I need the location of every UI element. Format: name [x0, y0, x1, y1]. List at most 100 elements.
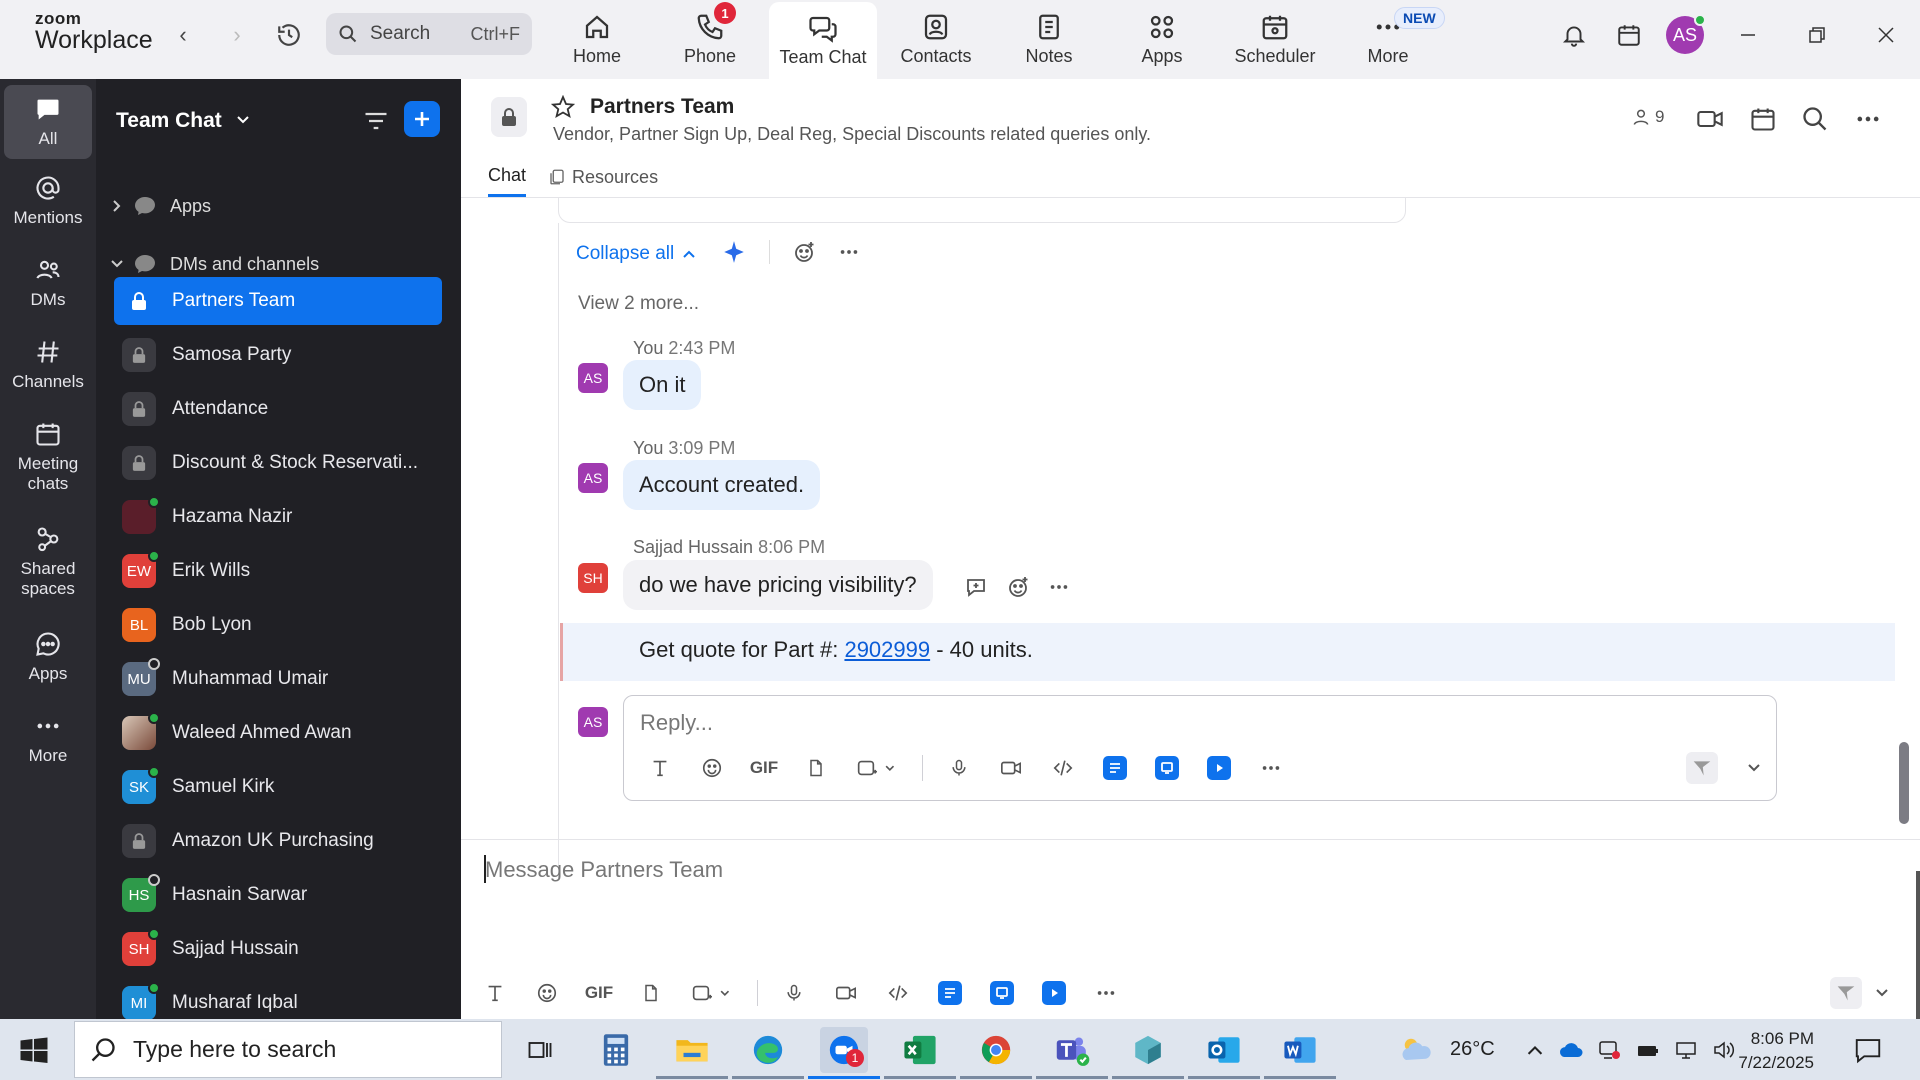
- network-icon[interactable]: [1674, 1040, 1698, 1060]
- tab-team-chat[interactable]: Team Chat: [769, 2, 877, 79]
- sidebar-item-hasnain-sarwar[interactable]: HS Hasnain Sarwar: [114, 871, 442, 919]
- bell-icon[interactable]: [1557, 18, 1591, 52]
- battery-icon[interactable]: [1636, 1041, 1660, 1059]
- onedrive-icon[interactable]: [1558, 1041, 1584, 1059]
- task-view-icon[interactable]: [516, 1027, 564, 1073]
- sidebar-item-partners-team[interactable]: Partners Team: [114, 277, 442, 325]
- code-icon[interactable]: [882, 977, 914, 1009]
- add-reaction-icon[interactable]: [1006, 575, 1030, 599]
- word-app-icon[interactable]: [1264, 1027, 1336, 1079]
- security-alert-icon[interactable]: [1598, 1039, 1622, 1061]
- sidebar-item-waleed-ahmed-awan[interactable]: Waleed Ahmed Awan: [114, 709, 442, 757]
- sidebar-item-musharaf-iqbal[interactable]: MI Musharaf Iqbal: [114, 979, 442, 1019]
- section-dms-and-channels[interactable]: DMs and channels: [110, 248, 319, 280]
- new-chat-button[interactable]: [404, 101, 440, 137]
- avatar[interactable]: AS: [578, 363, 608, 393]
- tab-more[interactable]: More NEW: [1334, 0, 1445, 79]
- notes-app-icon[interactable]: [934, 977, 966, 1009]
- clips-app-icon[interactable]: [1203, 752, 1235, 784]
- sidebar-item-amazon-uk-purchasing[interactable]: Amazon UK Purchasing: [114, 817, 442, 865]
- sidebar-title[interactable]: Team Chat: [116, 109, 250, 133]
- emoji-icon[interactable]: [696, 752, 728, 784]
- rail-item-dms[interactable]: DMs: [4, 256, 92, 310]
- close-icon[interactable]: [1866, 18, 1906, 52]
- composer-scrollbar[interactable]: [1916, 871, 1920, 1019]
- code-icon[interactable]: [1047, 752, 1079, 784]
- file-icon[interactable]: [635, 977, 667, 1009]
- chrome-browser-icon[interactable]: [960, 1027, 1032, 1079]
- reply-input[interactable]: Reply... GIF: [623, 695, 1777, 801]
- tab-resources[interactable]: Resources: [548, 165, 658, 197]
- whiteboard-app-icon[interactable]: [986, 977, 1018, 1009]
- gif-icon[interactable]: GIF: [583, 977, 615, 1009]
- chevron-down-icon[interactable]: [1872, 977, 1892, 1009]
- zoom-app-icon[interactable]: 1: [808, 1027, 880, 1079]
- filter-icon[interactable]: [362, 107, 392, 137]
- app-cube-icon[interactable]: [1112, 1027, 1184, 1079]
- taskbar-clock[interactable]: 8:06 PM 7/22/2025: [1722, 1027, 1814, 1075]
- calendar-icon[interactable]: [1612, 18, 1646, 52]
- calendar-icon[interactable]: [1749, 105, 1777, 133]
- rail-item-more[interactable]: More: [4, 712, 92, 766]
- sidebar-item-samuel-kirk[interactable]: SK Samuel Kirk: [114, 763, 442, 811]
- more-tools-icon[interactable]: [1090, 977, 1122, 1009]
- sidebar-item-discount-stock[interactable]: Discount & Stock Reservati...: [114, 439, 442, 487]
- tab-contacts[interactable]: Contacts: [882, 0, 990, 79]
- avatar[interactable]: AS: [578, 463, 608, 493]
- screenshot-dropdown-icon[interactable]: [687, 977, 737, 1009]
- rail-item-apps[interactable]: Apps: [4, 630, 92, 684]
- members-button[interactable]: 9: [1631, 107, 1664, 127]
- sidebar-item-sajjad-hussain[interactable]: SH Sajjad Hussain: [114, 925, 442, 973]
- search-icon[interactable]: [1801, 105, 1829, 133]
- more-options-icon[interactable]: [838, 241, 860, 263]
- ai-sparkle-icon[interactable]: [721, 239, 747, 265]
- tab-scheduler[interactable]: Scheduler: [1221, 0, 1329, 79]
- collapse-all-button[interactable]: Collapse all: [576, 243, 696, 265]
- chevron-up-icon[interactable]: [1526, 1041, 1544, 1059]
- video-camera-icon[interactable]: [1696, 105, 1724, 133]
- user-avatar[interactable]: AS: [1666, 14, 1706, 54]
- whiteboard-app-icon[interactable]: [1151, 752, 1183, 784]
- tab-home[interactable]: Home: [543, 0, 651, 79]
- more-tools-icon[interactable]: [1255, 752, 1287, 784]
- scrollbar-thumb[interactable]: [1899, 742, 1909, 824]
- outlook-app-icon[interactable]: [1188, 1027, 1260, 1079]
- clips-app-icon[interactable]: [1038, 977, 1070, 1009]
- text-format-icon[interactable]: [644, 752, 676, 784]
- video-message-icon[interactable]: [995, 752, 1027, 784]
- reply-icon[interactable]: [964, 575, 988, 599]
- taskbar-search[interactable]: Type here to search: [74, 1021, 502, 1078]
- microphone-icon[interactable]: [778, 977, 810, 1009]
- sidebar-item-erik-wills[interactable]: EW Erik Wills: [114, 547, 442, 595]
- add-reaction-icon[interactable]: [792, 240, 816, 264]
- notes-app-icon[interactable]: [1099, 752, 1131, 784]
- tab-apps[interactable]: Apps: [1108, 0, 1216, 79]
- search-bar[interactable]: Search Ctrl+F: [326, 13, 532, 55]
- minimize-icon[interactable]: [1728, 18, 1768, 52]
- gif-icon[interactable]: GIF: [748, 752, 780, 784]
- notifications-icon[interactable]: [1853, 1035, 1883, 1065]
- tab-phone[interactable]: Phone 1: [656, 0, 764, 79]
- star-icon[interactable]: [551, 95, 575, 119]
- sidebar-item-hazama-nazir[interactable]: Hazama Nazir: [114, 493, 442, 541]
- edge-browser-icon[interactable]: [732, 1027, 804, 1079]
- sidebar-item-samosa-party[interactable]: Samosa Party: [114, 331, 442, 379]
- tab-chat[interactable]: Chat: [488, 165, 527, 197]
- avatar[interactable]: SH: [578, 563, 608, 593]
- rail-item-channels[interactable]: Channels: [4, 338, 92, 392]
- channel-title[interactable]: Partners Team: [590, 95, 734, 119]
- sidebar-item-bob-lyon[interactable]: BL Bob Lyon: [114, 601, 442, 649]
- send-icon[interactable]: [1686, 752, 1718, 784]
- tab-notes[interactable]: Notes: [995, 0, 1103, 79]
- screenshot-dropdown-icon[interactable]: [852, 752, 902, 784]
- calculator-app-icon[interactable]: [592, 1027, 640, 1073]
- rail-item-all[interactable]: All: [4, 85, 92, 160]
- teams-app-icon[interactable]: [1036, 1027, 1108, 1079]
- history-icon[interactable]: [274, 20, 304, 50]
- send-icon[interactable]: [1830, 977, 1862, 1009]
- file-icon[interactable]: [800, 752, 832, 784]
- restore-icon[interactable]: [1797, 18, 1837, 52]
- text-format-icon[interactable]: [479, 977, 511, 1009]
- rail-item-meeting-chats[interactable]: Meeting chats: [4, 420, 92, 495]
- windows-start-icon[interactable]: [16, 1033, 52, 1069]
